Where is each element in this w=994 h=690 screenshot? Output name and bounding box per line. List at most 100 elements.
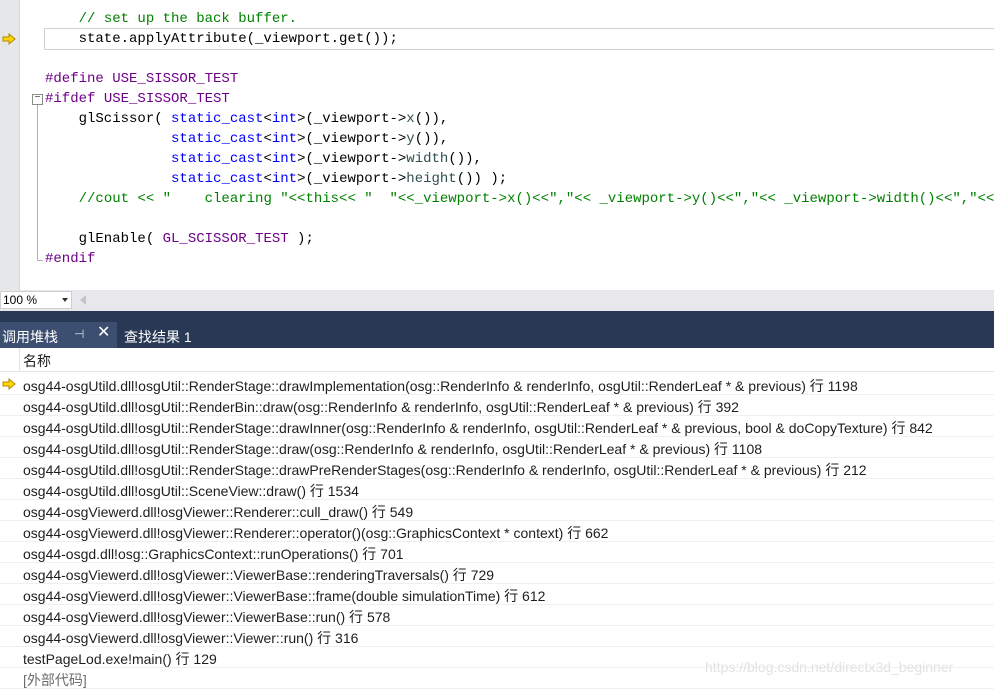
call-stack-frame-label: osg44-osgViewerd.dll!osgViewer::ViewerBa… (23, 567, 495, 583)
code-token: #define (45, 71, 113, 87)
code-line[interactable]: glEnable( GL_SCISSOR_TEST ); (45, 229, 994, 249)
call-stack-rows: osg44-osgUtild.dll!osgUtil::RenderStage:… (0, 374, 994, 689)
close-icon[interactable]: ✕ (97, 325, 111, 341)
code-token: >(_viewport-> (297, 111, 407, 127)
call-stack-frame[interactable]: osg44-osgUtild.dll!osgUtil::RenderStage:… (0, 416, 994, 437)
code-token: ()), (414, 111, 449, 127)
call-stack-frame-label: testPageLod.exe!main() 行 129 (23, 651, 217, 667)
code-token: glEnable( (45, 231, 163, 247)
code-token: ); (288, 231, 314, 247)
code-token: glScissor( (45, 111, 172, 127)
call-stack-frame[interactable]: osg44-osgViewerd.dll!osgViewer::Renderer… (0, 500, 994, 521)
call-stack-frame[interactable]: osg44-osgUtild.dll!osgUtil::RenderStage:… (0, 374, 994, 395)
code-token: static_cast (171, 131, 264, 147)
code-token: GL_SCISSOR_TEST (162, 231, 289, 247)
code-token: USE_SISSOR_TEST (112, 71, 239, 87)
fold-guide-line (37, 105, 38, 260)
code-token: int (271, 151, 298, 167)
code-line[interactable]: //cout << " clearing "<<this<< " "<<_vie… (45, 189, 994, 209)
pin-icon[interactable]: ⊣ (74, 327, 88, 341)
code-token: >(_viewport-> (297, 151, 407, 167)
code-text[interactable]: // set up the back buffer. state.applyAt… (44, 9, 994, 269)
call-stack-frame-label: osg44-osgUtild.dll!osgUtil::RenderStage:… (23, 441, 763, 457)
call-stack-frame-label: osg44-osgd.dll!osg::GraphicsContext::run… (23, 546, 404, 562)
code-line[interactable] (45, 209, 994, 229)
zoom-level-value: 100 % (3, 293, 38, 307)
code-line[interactable]: state.applyAttribute(_viewport.get()); (44, 28, 994, 50)
code-token: int (271, 171, 298, 187)
code-token: ()), (448, 151, 482, 167)
code-line[interactable]: static_cast<int>(_viewport->width()), (45, 149, 994, 169)
code-line[interactable]: // set up the back buffer. (45, 9, 994, 29)
tab-find-results[interactable]: 查找结果 1 (117, 322, 207, 348)
code-line[interactable]: #ifdef USE_SISSOR_TEST (45, 89, 994, 109)
call-stack-frame-label: osg44-osgUtild.dll!osgUtil::RenderStage:… (23, 462, 867, 478)
code-token: ()), (414, 131, 449, 147)
code-token: #ifdef (45, 91, 104, 107)
code-token: >(_viewport-> (297, 171, 407, 187)
code-token: width (406, 151, 449, 167)
call-stack-list[interactable]: 名称 osg44-osgUtild.dll!osgUtil::RenderSta… (0, 348, 994, 689)
header-gutter (0, 348, 20, 371)
code-line[interactable] (45, 49, 994, 69)
call-stack-frame[interactable]: osg44-osgd.dll!osg::GraphicsContext::run… (0, 542, 994, 563)
tab-call-stack[interactable]: 调用堆栈 ⊣ ✕ (0, 322, 117, 348)
editor-status-bar: 100 % (0, 290, 994, 311)
call-stack-frame-label: osg44-osgUtild.dll!osgUtil::RenderStage:… (23, 420, 933, 436)
call-stack-frame-label: osg44-osgUtild.dll!osgUtil::RenderBin::d… (23, 399, 739, 415)
call-stack-frame[interactable]: osg44-osgUtild.dll!osgUtil::RenderStage:… (0, 458, 994, 479)
call-stack-frame-label: [外部代码] (23, 672, 87, 688)
code-token: //cout << " clearing "<<this<< " "<<_vie… (78, 191, 994, 207)
call-stack-frame-label: osg44-osgViewerd.dll!osgViewer::Renderer… (23, 525, 609, 541)
code-token: >(_viewport-> (297, 131, 407, 147)
scroll-left-icon[interactable] (80, 295, 86, 305)
call-stack-frame-label: osg44-osgUtild.dll!osgUtil::SceneView::d… (23, 483, 359, 499)
call-stack-frame[interactable]: osg44-osgViewerd.dll!osgViewer::Viewer::… (0, 626, 994, 647)
code-line[interactable]: #endif (45, 249, 994, 269)
code-token: int (271, 131, 298, 147)
call-stack-frame[interactable]: osg44-osgViewerd.dll!osgViewer::Renderer… (0, 521, 994, 542)
current-statement-arrow-icon (2, 33, 16, 45)
code-token: height (406, 171, 457, 187)
call-stack-frame[interactable]: osg44-osgUtild.dll!osgUtil::RenderBin::d… (0, 395, 994, 416)
code-line[interactable]: static_cast<int>(_viewport->y()), (45, 129, 994, 149)
call-stack-frame-label: osg44-osgUtild.dll!osgUtil::RenderStage:… (23, 378, 858, 394)
tool-window-tab-bar: 调用堆栈 ⊣ ✕ 查找结果 1 (0, 311, 994, 348)
collapse-region-icon[interactable]: − (32, 94, 43, 105)
call-stack-frame[interactable]: osg44-osgViewerd.dll!osgViewer::ViewerBa… (0, 563, 994, 584)
code-token: < (263, 151, 272, 167)
code-token: < (263, 131, 272, 147)
column-header-name[interactable]: 名称 (23, 351, 51, 371)
call-stack-frame-label: osg44-osgViewerd.dll!osgViewer::Renderer… (23, 504, 414, 520)
call-stack-frame-label: osg44-osgViewerd.dll!osgViewer::Viewer::… (23, 630, 359, 646)
code-token: static_cast (171, 151, 264, 167)
call-stack-frame-label: osg44-osgViewerd.dll!osgViewer::ViewerBa… (23, 588, 546, 604)
tab-find-results-label: 查找结果 1 (124, 329, 192, 345)
code-token: x (406, 111, 415, 127)
code-editor[interactable]: − // set up the back buffer. state.apply… (0, 0, 994, 290)
current-frame-arrow-icon (2, 378, 16, 390)
call-stack-frame[interactable]: osg44-osgViewerd.dll!osgViewer::ViewerBa… (0, 584, 994, 605)
code-token: static_cast (171, 171, 264, 187)
fold-guide-end (37, 260, 43, 261)
watermark: https://blog.csdn.net/directx3d_beginner (705, 659, 954, 675)
zoom-level-dropdown[interactable]: 100 % (0, 291, 72, 309)
call-stack-frame[interactable]: osg44-osgUtild.dll!osgUtil::SceneView::d… (0, 479, 994, 500)
code-line[interactable]: glScissor( static_cast<int>(_viewport->x… (45, 109, 994, 129)
code-token: ()) ); (456, 171, 508, 187)
code-line[interactable]: #define USE_SISSOR_TEST (45, 69, 994, 89)
code-token: < (263, 171, 272, 187)
code-token: < (263, 111, 272, 127)
call-stack-frame[interactable]: osg44-osgUtild.dll!osgUtil::RenderStage:… (0, 437, 994, 458)
code-token: // set up the back buffer. (78, 11, 298, 27)
code-line[interactable]: static_cast<int>(_viewport->height()) ); (45, 169, 994, 189)
call-stack-header: 名称 (0, 348, 994, 372)
code-token: state.applyAttribute(_viewport.get()); (45, 31, 398, 47)
code-token: static_cast (171, 111, 264, 127)
call-stack-frame[interactable]: osg44-osgViewerd.dll!osgViewer::ViewerBa… (0, 605, 994, 626)
